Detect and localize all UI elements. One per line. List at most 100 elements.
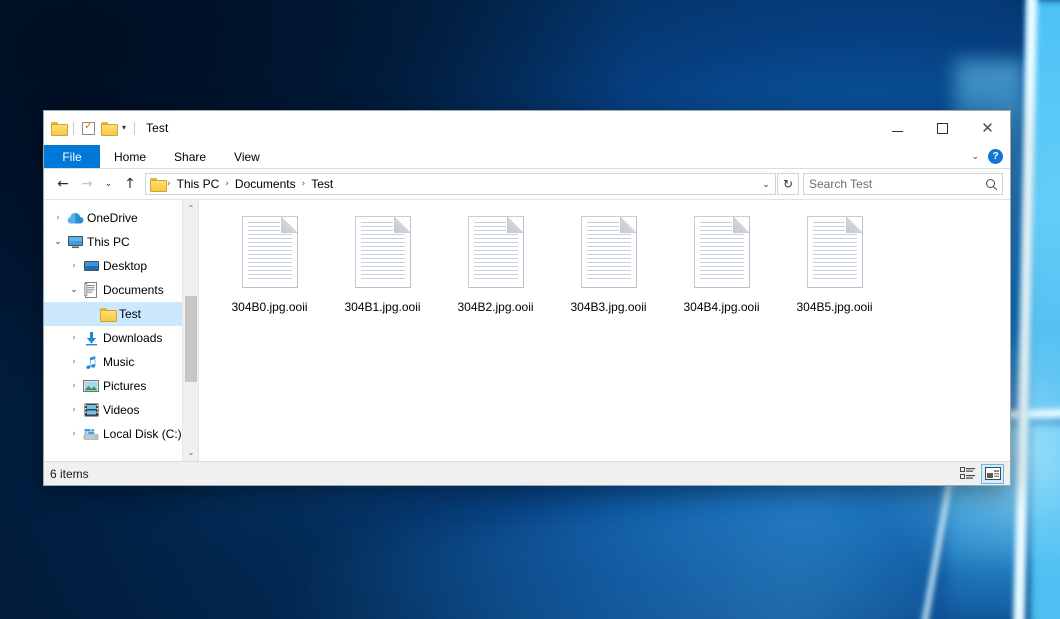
chevron-down-icon[interactable]: ⌄ [971,151,979,162]
maximize-icon [937,123,948,134]
chevron-down-icon[interactable]: ⌄ [50,237,66,247]
details-view-button[interactable] [956,464,979,484]
sidebar-item-label: Desktop [103,259,147,273]
ribbon-tab-strip: File Home Share View ⌄ ? [44,145,1010,169]
chevron-right-icon[interactable]: › [66,357,82,367]
breadcrumb-item-documents[interactable]: Documents [230,177,301,191]
sidebar-item-documents[interactable]: ⌄ Documents [44,278,198,302]
sidebar-item-label: Local Disk (C:) [103,427,182,441]
videos-icon [82,403,100,417]
chevron-down-icon[interactable]: ⌄ [183,444,199,461]
back-arrow-icon[interactable]: ← [51,172,75,196]
sidebar-item-label: Test [119,307,141,321]
file-name-label: 304B2.jpg.ooii [454,299,536,316]
sidebar-item-desktop[interactable]: › Desktop [44,254,198,278]
sidebar-item-pictures[interactable]: › Pictures [44,374,198,398]
large-icons-view-button[interactable] [981,464,1004,484]
chevron-right-icon[interactable]: › [66,261,82,271]
folder-icon [150,178,165,190]
chevron-right-icon[interactable]: › [66,333,82,343]
properties-icon[interactable] [80,120,97,137]
forward-arrow-icon[interactable]: → [75,172,99,196]
chevron-right-icon[interactable]: › [66,405,82,415]
sidebar-item-videos[interactable]: › Videos [44,398,198,422]
search-input[interactable]: Search Test [803,173,1003,195]
chevron-down-icon[interactable]: ⌄ [66,285,82,295]
documents-icon [82,282,100,298]
chevron-right-icon[interactable]: › [66,381,82,391]
file-item[interactable]: 304B0.jpg.ooii [213,212,326,336]
generic-document-icon [240,214,300,290]
chevron-down-icon[interactable]: ⌄ [757,174,775,194]
file-name-label: 304B0.jpg.ooii [228,299,310,316]
generic-document-icon [805,214,865,290]
sidebar-item-test[interactable]: Test [44,302,198,326]
tab-file[interactable]: File [44,145,100,168]
file-name-label: 304B5.jpg.ooii [793,299,875,316]
sidebar-item-music[interactable]: ›Music [44,350,198,374]
generic-document-icon [692,214,752,290]
chevron-right-icon[interactable]: › [66,429,82,439]
music-icon [82,355,100,370]
folder-icon[interactable] [50,120,67,137]
window-title: Test [146,121,168,135]
file-list-pane[interactable]: 304B0.jpg.ooii 304B1.jpg.ooii 304B2.jpg.oo… [199,200,1010,461]
recent-locations-chevron-icon[interactable]: ⌄ [99,172,118,196]
file-name-label: 304B4.jpg.ooii [680,299,762,316]
close-button[interactable]: ✕ [965,111,1010,145]
sidebar-item-downloads[interactable]: ›Downloads [44,326,198,350]
chevron-down-icon[interactable]: ▾ [120,124,128,132]
navigation-tree: ›OneDrive ⌄ This PC › Desktop ⌄ Documents Test ›… [44,200,198,446]
breadcrumb-item-this-pc[interactable]: This PC [172,177,225,191]
refresh-icon[interactable]: ↻ [777,173,799,195]
generic-document-icon [466,214,526,290]
search-icon [986,179,997,190]
sidebar-item-label: Pictures [103,379,146,393]
file-item[interactable]: 304B3.jpg.ooii [552,212,665,336]
address-bar: ← → ⌄ ↑ › This PC › Documents › Test ⌄ ↻… [44,169,1010,199]
chevron-up-icon[interactable]: ⌃ [183,200,199,217]
close-icon: ✕ [981,121,994,136]
large-icons-view-icon [985,467,1001,480]
window-controls: ✕ [875,111,1010,145]
file-grid: 304B0.jpg.ooii 304B1.jpg.ooii 304B2.jpg.oo… [213,212,1010,336]
toolbar-separator [134,122,135,135]
sidebar-item-local-disk-c[interactable]: › Local Disk (C:) [44,422,198,446]
sidebar-item-label: Documents [103,283,164,297]
breadcrumb[interactable]: › This PC › Documents › Test ⌄ [145,173,776,195]
breadcrumb-item-test[interactable]: Test [306,177,338,191]
monitor-icon [66,235,84,249]
folder-icon [98,308,116,320]
desktop-icon [82,259,100,273]
file-item[interactable]: 304B5.jpg.ooii [778,212,891,336]
help-icon[interactable]: ? [988,149,1003,164]
file-item[interactable]: 304B4.jpg.ooii [665,212,778,336]
details-view-icon [960,467,975,480]
generic-document-icon [353,214,413,290]
file-explorer-window: ▾ Test ✕ File Home Share View ⌄ ? ← → [43,110,1011,486]
sidebar-item-label: Videos [103,403,139,417]
navigation-scrollbar[interactable]: ⌃ ⌄ [182,200,198,461]
chevron-right-icon[interactable]: › [50,213,66,223]
minimize-button[interactable] [875,111,920,145]
file-item[interactable]: 304B2.jpg.ooii [439,212,552,336]
sidebar-item-onedrive[interactable]: ›OneDrive [44,206,198,230]
maximize-button[interactable] [920,111,965,145]
desktop: ▾ Test ✕ File Home Share View ⌄ ? ← → [0,0,1060,619]
view-toggle-group [956,464,1004,484]
tab-share[interactable]: Share [160,145,220,168]
cloud-icon [66,212,84,225]
quick-access-toolbar: ▾ [44,120,138,137]
scrollbar-thumb[interactable] [185,296,197,382]
new-folder-icon[interactable] [100,120,117,137]
sidebar-item-this-pc[interactable]: ⌄ This PC [44,230,198,254]
up-arrow-icon[interactable]: ↑ [118,172,142,196]
explorer-body: ›OneDrive ⌄ This PC › Desktop ⌄ Documents Test ›… [44,199,1010,461]
tab-view[interactable]: View [220,145,274,168]
ribbon-right-controls: ⌄ ? [971,145,1010,168]
file-item[interactable]: 304B1.jpg.ooii [326,212,439,336]
tab-home[interactable]: Home [100,145,160,168]
sidebar-item-label: This PC [87,235,130,249]
harddisk-icon [82,428,100,441]
item-count-label: 6 items [50,467,89,481]
